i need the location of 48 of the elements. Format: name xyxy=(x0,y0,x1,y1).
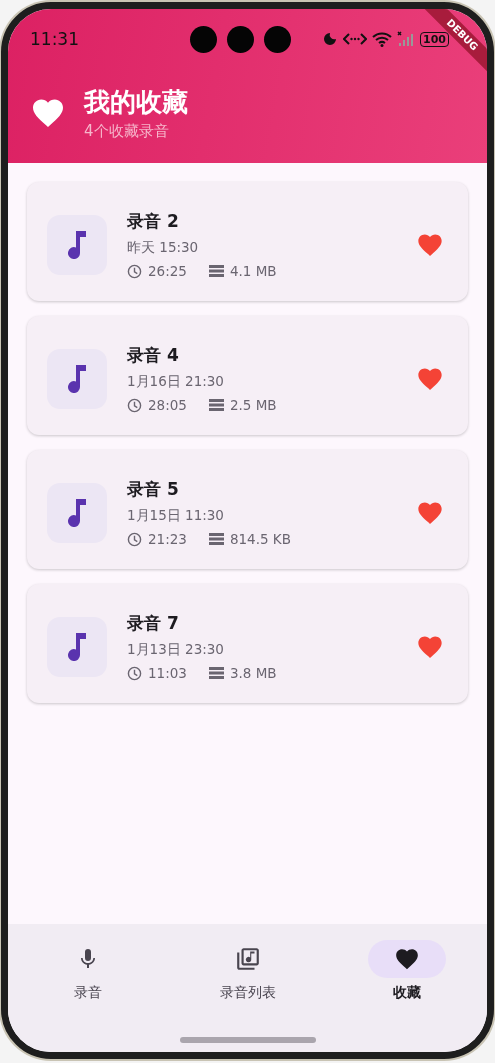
recording-title: 录音 2 xyxy=(127,210,180,233)
recording-size: 814.5 KB xyxy=(229,531,291,547)
storage-icon xyxy=(208,399,224,411)
recording-card[interactable]: 录音 5 1月15日 11:30 21:23 814.5 KB xyxy=(27,450,468,569)
clock-icon xyxy=(127,665,142,681)
recording-card[interactable]: 录音 7 1月13日 23:30 11:03 3.8 MB xyxy=(27,584,468,703)
page-subtitle: 4个收藏录音 xyxy=(84,122,170,141)
moon-icon xyxy=(322,31,339,47)
recording-title: 录音 5 xyxy=(127,478,180,501)
music-note-icon xyxy=(66,230,88,259)
nav-tab[interactable]: 收藏 xyxy=(327,940,487,1052)
recording-size: 4.1 MB xyxy=(229,263,277,279)
nav-tab[interactable]: 录音 xyxy=(8,940,168,1052)
recording-card[interactable]: 录音 2 昨天 15:30 26:25 4.1 MB xyxy=(27,182,468,301)
music-note-icon xyxy=(66,498,88,527)
recording-title: 录音 4 xyxy=(127,344,180,367)
camera-lens-icon xyxy=(264,25,291,53)
code-icon xyxy=(343,31,368,47)
recording-date: 1月16日 21:30 xyxy=(127,373,225,391)
status-time: 11:31 xyxy=(30,29,80,49)
recording-date: 1月13日 23:30 xyxy=(127,641,225,659)
recording-date: 昨天 15:30 xyxy=(127,239,200,257)
camera-lens-icon xyxy=(227,25,254,53)
wifi-icon xyxy=(372,31,393,47)
signal-icon xyxy=(397,31,416,47)
recording-duration: 26:25 xyxy=(148,263,187,279)
recording-date: 1月15日 11:30 xyxy=(127,507,225,525)
nav-tab[interactable]: 录音列表 xyxy=(167,940,328,1052)
music-library-icon xyxy=(234,946,261,972)
clock-icon xyxy=(127,263,142,279)
recording-title: 录音 7 xyxy=(127,612,180,635)
recording-size: 2.5 MB xyxy=(229,397,277,413)
recording-duration: 11:03 xyxy=(148,665,187,681)
storage-icon xyxy=(208,533,224,545)
page-title: 我的收藏 xyxy=(84,86,188,119)
recording-size: 3.8 MB xyxy=(229,665,277,681)
recording-duration: 21:23 xyxy=(148,531,187,547)
clock-icon xyxy=(127,397,142,413)
recording-card[interactable]: 录音 4 1月16日 21:30 28:05 2.5 MB xyxy=(27,316,468,435)
storage-icon xyxy=(208,265,224,277)
camera-lens-icon xyxy=(190,25,217,53)
clock-icon xyxy=(127,531,142,547)
music-note-icon xyxy=(66,364,88,393)
music-note-icon xyxy=(66,632,88,661)
battery-level: 100 xyxy=(420,31,449,47)
heart-icon xyxy=(394,946,421,972)
recording-duration: 28:05 xyxy=(148,397,187,413)
storage-icon xyxy=(208,667,224,679)
